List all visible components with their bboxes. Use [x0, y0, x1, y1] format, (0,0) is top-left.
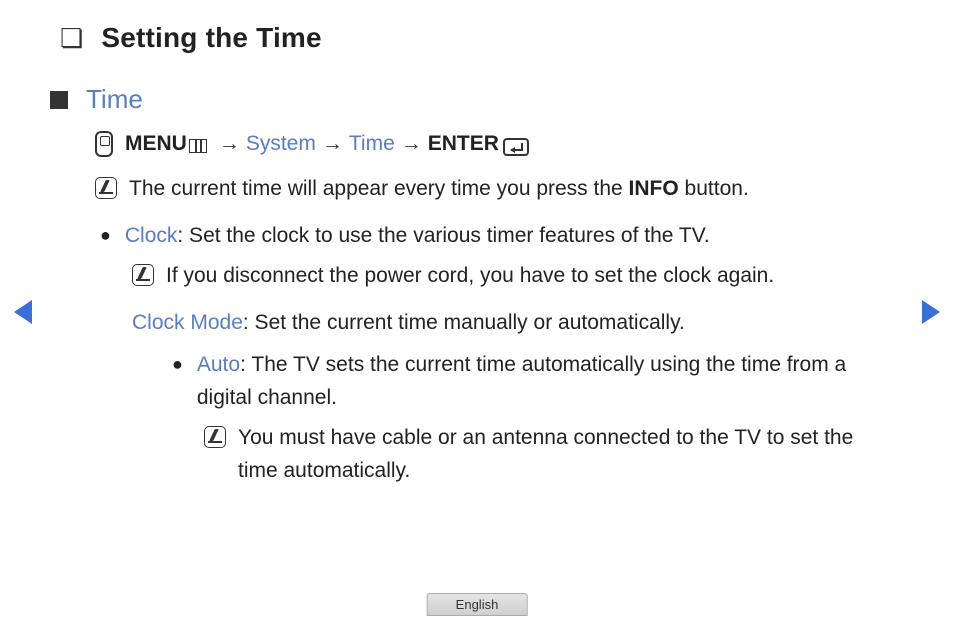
- section-heading-row: Time: [50, 84, 894, 115]
- auto-desc: : The TV sets the current time automatic…: [197, 353, 846, 409]
- arrow-separator: →: [401, 132, 422, 156]
- round-bullet-icon: ●: [100, 220, 111, 251]
- next-page-arrow[interactable]: [922, 300, 940, 324]
- clock-item: ● Clock: Set the clock to use the variou…: [100, 220, 894, 253]
- enter-label: ENTER: [428, 132, 499, 156]
- auto-label: Auto: [197, 353, 240, 376]
- menu-grid-icon: [189, 139, 207, 153]
- section-heading: Time: [86, 84, 143, 115]
- path-system: System: [246, 132, 316, 156]
- language-tab[interactable]: English: [427, 593, 528, 616]
- page-title: Setting the Time: [101, 22, 322, 54]
- auto-note-row: You must have cable or an antenna connec…: [204, 422, 894, 487]
- info-note-pre: The current time will appear every time …: [129, 177, 629, 200]
- info-note-post: button.: [679, 177, 749, 200]
- info-note-row: The current time will appear every time …: [95, 173, 894, 206]
- auto-item: ● Auto: The TV sets the current time aut…: [172, 349, 894, 414]
- clock-mode-label: Clock Mode: [132, 311, 243, 334]
- auto-text: Auto: The TV sets the current time autom…: [197, 349, 894, 414]
- arrow-separator: →: [322, 132, 343, 156]
- note-icon: [95, 177, 117, 199]
- clock-note-row: If you disconnect the power cord, you ha…: [132, 260, 894, 293]
- clock-desc: : Set the clock to use the various timer…: [177, 224, 709, 247]
- remote-icon: [95, 131, 113, 157]
- clock-note-text: If you disconnect the power cord, you ha…: [166, 260, 774, 293]
- note-icon: [132, 264, 154, 286]
- round-bullet-icon: ●: [172, 349, 183, 380]
- info-note-text: The current time will appear every time …: [129, 173, 749, 206]
- menu-path: MENU → System → Time → ENTER: [95, 131, 894, 157]
- menu-label: MENU: [125, 132, 187, 156]
- enter-icon: [503, 138, 529, 156]
- hollow-square-bullet-icon: ❏: [60, 25, 83, 51]
- page-content: ❏ Setting the Time Time MENU → System → …: [0, 0, 954, 487]
- clock-mode-desc: : Set the current time manually or autom…: [243, 311, 685, 334]
- arrow-separator: →: [219, 132, 240, 156]
- path-time: Time: [349, 132, 395, 156]
- solid-square-bullet-icon: [50, 91, 68, 109]
- auto-note-text: You must have cable or an antenna connec…: [238, 422, 894, 487]
- info-note-bold: INFO: [629, 177, 679, 200]
- clock-label: Clock: [125, 224, 178, 247]
- note-icon: [204, 426, 226, 448]
- clock-text: Clock: Set the clock to use the various …: [125, 220, 710, 253]
- page-title-row: ❏ Setting the Time: [60, 22, 894, 54]
- prev-page-arrow[interactable]: [14, 300, 32, 324]
- clock-mode-row: Clock Mode: Set the current time manuall…: [132, 307, 894, 340]
